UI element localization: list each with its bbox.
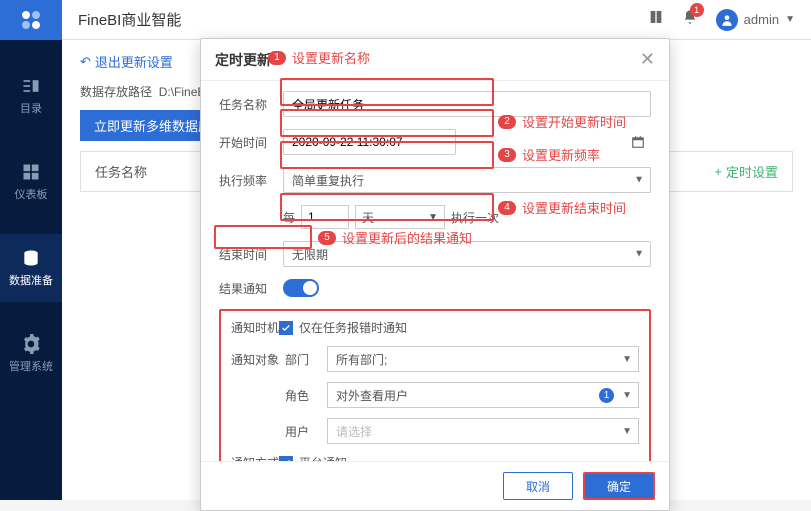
modal-header: 定时更新 ✕ [201, 39, 669, 81]
ok-button[interactable]: 确定 [583, 472, 655, 500]
method-platform-checkbox[interactable] [279, 456, 293, 462]
chevron-down-icon: ▼ [428, 212, 438, 223]
sidebar-label: 仪表板 [15, 186, 48, 202]
chevron-down-icon: ▼ [634, 175, 644, 186]
role-label: 角色 [285, 387, 327, 404]
role-count-badge: 1 [599, 388, 614, 403]
start-time-label: 开始时间 [219, 134, 275, 151]
frequency-unit-select[interactable]: 天 ▼ [355, 205, 445, 229]
notifications-button[interactable]: 1 [682, 9, 698, 30]
sidebar-item-admin[interactable]: 管理系统 [0, 320, 62, 388]
topbar-actions: 1 admin ▼ [648, 9, 795, 31]
sidebar-label: 目录 [20, 100, 42, 116]
modal-footer: 取消 确定 [201, 461, 669, 510]
task-name-input[interactable] [283, 91, 651, 117]
user-menu[interactable]: admin ▼ [716, 9, 795, 31]
back-arrow-icon: ↶ [80, 54, 91, 70]
dept-label: 部门 [285, 351, 327, 368]
chevron-down-icon: ▼ [785, 14, 795, 25]
task-name-label: 任务名称 [219, 96, 275, 113]
frequency-label: 执行频率 [219, 172, 275, 189]
app-logo [0, 0, 62, 40]
user-select[interactable]: 请选择▼ [327, 418, 639, 444]
plus-icon: + [714, 164, 722, 179]
schedule-update-modal: 定时更新 ✕ 任务名称 开始时间 执行频率 简单重复执行▼ 每 天 ▼ [200, 38, 670, 511]
frequency-number-input[interactable] [301, 205, 349, 229]
avatar [716, 9, 738, 31]
notification-badge: 1 [690, 3, 704, 17]
chevron-down-icon: ▼ [622, 426, 632, 437]
calendar-icon [631, 135, 645, 149]
start-time-input[interactable] [283, 129, 456, 155]
sidebar-item-dashboard[interactable]: 仪表板 [0, 148, 62, 216]
result-notify-label: 结果通知 [219, 280, 275, 297]
notify-on-error-checkbox[interactable] [279, 321, 293, 335]
sidebar-item-data-prep[interactable]: 数据准备 [0, 234, 62, 302]
modal-title: 定时更新 [215, 50, 271, 70]
notify-timing-label: 通知时机 [231, 319, 279, 336]
username: admin [744, 12, 779, 27]
modal-body: 任务名称 开始时间 执行频率 简单重复执行▼ 每 天 ▼ 执行一次 [201, 81, 669, 461]
cancel-button[interactable]: 取消 [503, 472, 573, 500]
user-label: 用户 [285, 423, 327, 440]
sidebar: 目录 仪表板 数据准备 管理系统 [0, 0, 62, 500]
sidebar-label: 管理系统 [9, 358, 53, 374]
sidebar-item-directory[interactable]: 目录 [0, 62, 62, 130]
chevron-down-icon: ▼ [634, 249, 644, 260]
notify-method-label: 通知方式 [231, 454, 279, 461]
chevron-down-icon: ▼ [622, 390, 632, 401]
frequency-detail: 每 天 ▼ 执行一次 [283, 205, 651, 229]
topbar: FineBI商业智能 1 admin ▼ [62, 0, 811, 40]
col-task-name: 任务名称 [95, 162, 147, 181]
add-schedule-button[interactable]: + 定时设置 [714, 162, 778, 181]
dept-select[interactable]: 所有部门;▼ [327, 346, 639, 372]
close-icon[interactable]: ✕ [640, 49, 655, 70]
sidebar-label: 数据准备 [9, 272, 53, 288]
result-notify-toggle[interactable] [283, 279, 319, 297]
app-title: FineBI商业智能 [78, 9, 181, 30]
chevron-down-icon: ▼ [622, 354, 632, 365]
frequency-select[interactable]: 简单重复执行▼ [283, 167, 651, 193]
notify-target-label: 通知对象 [231, 351, 279, 368]
book-icon[interactable] [648, 9, 664, 30]
end-time-select[interactable]: 无限期▼ [283, 241, 651, 267]
end-time-label: 结束时间 [219, 246, 275, 263]
notify-settings-group: 通知时机 仅在任务报错时通知 通知对象 部门 所有部门;▼ 角色 对外查看用户 … [219, 309, 651, 461]
role-select[interactable]: 对外查看用户 1 ▼ [327, 382, 639, 408]
